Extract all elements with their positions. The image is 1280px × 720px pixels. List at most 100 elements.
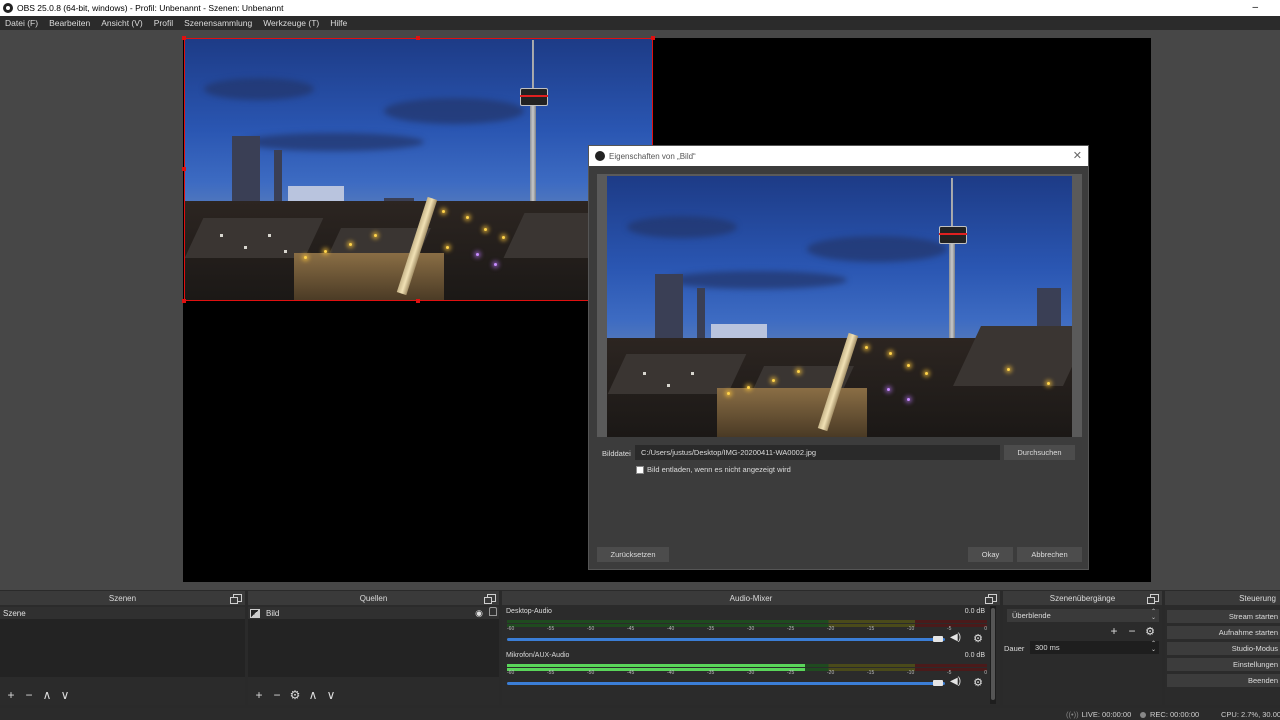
sources-dock: Quellen Bild ◉ + − ⚙ ∧ ∨	[248, 591, 499, 705]
volume-slider-handle[interactable]	[933, 680, 943, 686]
menu-help[interactable]: Hilfe	[330, 18, 347, 28]
lock-icon[interactable]	[489, 607, 497, 616]
move-source-down-icon[interactable]: ∨	[324, 688, 338, 702]
resize-handle-bl[interactable]	[182, 299, 186, 303]
meter-tick: 0	[984, 626, 987, 632]
speaker-icon[interactable]: ◀)	[950, 632, 964, 644]
add-transition-icon[interactable]: +	[1107, 624, 1121, 638]
transition-select[interactable]: Überblende ⌃ ⌄	[1007, 609, 1159, 622]
reset-button[interactable]: Zurücksetzen	[597, 547, 669, 562]
mixer-channel-desktop: Desktop-Audio 0.0 dB -60 -55 -50 -45 -40 -35 -…	[505, 608, 987, 652]
remove-transition-icon[interactable]: −	[1125, 624, 1139, 638]
meter-tick: -10	[907, 670, 915, 676]
meter-tick: -20	[827, 626, 835, 632]
add-scene-icon[interactable]: +	[4, 688, 18, 702]
menu-edit[interactable]: Bearbeiten	[49, 18, 90, 28]
meter-tick: -60	[507, 626, 515, 632]
unload-image-option[interactable]: Bild entladen, wenn es nicht angezeigt w…	[636, 465, 791, 474]
start-stream-button[interactable]: Stream starten	[1167, 610, 1280, 623]
meter-tick: -15	[867, 626, 875, 632]
meter-tick: 0	[984, 670, 987, 676]
scenes-header: Szenen	[0, 591, 245, 605]
meter-tick: -10	[907, 626, 915, 632]
menu-tools[interactable]: Werkzeuge (T)	[263, 18, 319, 28]
spinner-arrows-icon[interactable]: ⌃ ⌄	[1151, 641, 1156, 653]
cancel-button[interactable]: Abbrechen	[1017, 547, 1082, 562]
start-recording-button[interactable]: Aufnahme starten	[1167, 626, 1280, 639]
move-scene-up-icon[interactable]: ∧	[40, 688, 54, 702]
transitions-header: Szenenübergänge	[1003, 591, 1162, 605]
remove-scene-icon[interactable]: −	[22, 688, 36, 702]
resize-handle-tr[interactable]	[651, 36, 655, 40]
gear-icon[interactable]: ⚙	[972, 677, 984, 689]
source-item[interactable]: Bild ◉	[248, 607, 499, 619]
sources-title: Quellen	[359, 593, 388, 603]
menu-view[interactable]: Ansicht (V)	[101, 18, 143, 28]
resize-handle-t[interactable]	[416, 36, 420, 40]
move-scene-down-icon[interactable]: ∨	[58, 688, 72, 702]
source-properties-gear-icon[interactable]: ⚙	[288, 688, 302, 702]
controls-title: Steuerung	[1239, 593, 1276, 603]
menu-scene-collection[interactable]: Szenensammlung	[184, 18, 252, 28]
meter-tick: -55	[547, 626, 555, 632]
studio-mode-button[interactable]: Studio-Modus	[1167, 642, 1280, 655]
resize-handle-b[interactable]	[416, 299, 420, 303]
speaker-icon[interactable]: ◀)	[950, 676, 964, 688]
properties-dialog: Eigenschaften von „Bild“ ✕ Bilddatei C:/…	[588, 145, 1089, 570]
volume-slider[interactable]	[507, 638, 945, 641]
duration-field[interactable]: 300 ms ⌃ ⌄	[1030, 641, 1159, 654]
menu-bar: Datei (F) Bearbeiten Ansicht (V) Profil …	[0, 16, 1280, 30]
meter-tick: -35	[707, 626, 715, 632]
dialog-title: Eigenschaften von „Bild“	[609, 151, 696, 161]
mixer-scrollbar[interactable]	[990, 606, 996, 704]
mixer-title: Audio-Mixer	[729, 593, 773, 603]
gear-icon[interactable]: ⚙	[972, 633, 984, 645]
mixer-channel-mic: Mikrofon/AUX-Audio 0.0 dB -60 -55 -50 -45 -4…	[505, 652, 987, 696]
volume-slider[interactable]	[507, 682, 945, 685]
menu-profile[interactable]: Profil	[154, 18, 173, 28]
meter-tick: -30	[747, 670, 755, 676]
status-bar: ((•)) LIVE: 00:00:00 REC: 00:00:00 CPU: 2…	[0, 708, 1280, 720]
eye-icon[interactable]: ◉	[475, 608, 483, 619]
undock-icon[interactable]	[1147, 594, 1159, 604]
source-selection-frame[interactable]	[184, 38, 653, 301]
sources-list[interactable]: Bild ◉	[248, 607, 499, 677]
sources-header: Quellen	[248, 591, 499, 605]
meter-tick: -50	[587, 626, 595, 632]
undock-icon[interactable]	[985, 594, 997, 604]
mixer-header: Audio-Mixer	[502, 591, 1000, 605]
sources-toolbar: + − ⚙ ∧ ∨	[248, 687, 342, 703]
dialog-preview-image	[607, 176, 1072, 437]
rec-status: REC: 00:00:00	[1140, 710, 1199, 719]
transition-selected: Überblende	[1012, 611, 1051, 620]
scenes-list[interactable]: Szene	[0, 607, 245, 677]
image-file-path-field[interactable]: C:/Users/justus/Desktop/IMG-20200411-WA0…	[635, 445, 1000, 460]
remove-source-icon[interactable]: −	[270, 688, 284, 702]
menu-file[interactable]: Datei (F)	[5, 18, 38, 28]
transitions-dock: Szenenübergänge Überblende ⌃ ⌄ + − ⚙ Daue…	[1003, 591, 1162, 705]
add-source-icon[interactable]: +	[252, 688, 266, 702]
image-file-label: Bilddatei	[602, 449, 631, 458]
settings-button[interactable]: Einstellungen	[1167, 658, 1280, 671]
unload-image-checkbox[interactable]	[636, 465, 644, 474]
undock-icon[interactable]	[230, 594, 242, 604]
controls-header: Steuerung	[1165, 591, 1280, 605]
volume-slider-handle[interactable]	[933, 636, 943, 642]
live-time: LIVE: 00:00:00	[1081, 710, 1132, 719]
channel-db: 0.0 dB	[964, 652, 985, 659]
close-icon[interactable]: ✕	[1073, 149, 1082, 162]
minimize-button[interactable]: –	[1252, 2, 1258, 13]
scene-item[interactable]: Szene	[0, 607, 245, 619]
undock-icon[interactable]	[484, 594, 496, 604]
spinner-arrows-icon: ⌃ ⌄	[1150, 609, 1156, 621]
resize-handle-l[interactable]	[182, 167, 186, 171]
exit-button[interactable]: Beenden	[1167, 674, 1280, 687]
scenes-toolbar: + − ∧ ∨	[0, 687, 76, 703]
transition-gear-icon[interactable]: ⚙	[1144, 626, 1156, 638]
meter-tick: -25	[787, 670, 795, 676]
browse-button[interactable]: Durchsuchen	[1004, 445, 1075, 460]
resize-handle-tl[interactable]	[182, 36, 186, 40]
move-source-up-icon[interactable]: ∧	[306, 688, 320, 702]
unload-image-label: Bild entladen, wenn es nicht angezeigt w…	[647, 465, 791, 474]
ok-button[interactable]: Okay	[968, 547, 1013, 562]
